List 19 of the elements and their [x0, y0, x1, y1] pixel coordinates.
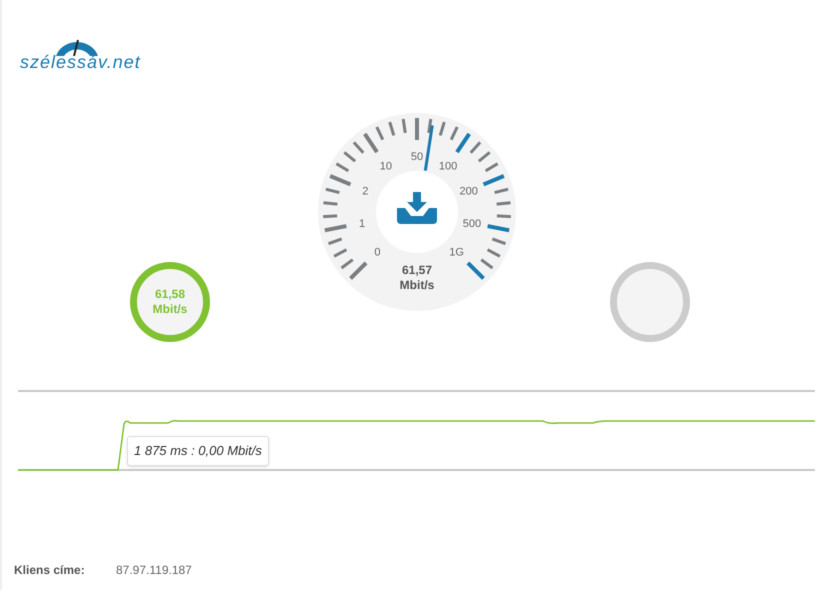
client-address-value: 87.97.119.187 [116, 562, 192, 579]
scale-label: 1G [449, 246, 464, 259]
scale-label: 10 [380, 160, 392, 172]
scale-label: 2 [362, 186, 368, 198]
download-icon [397, 192, 437, 224]
scale-label: 50 [410, 151, 424, 163]
gauge-unit: Mbit/s [400, 278, 434, 292]
result-unit: Mbit/s [152, 302, 188, 317]
scale-label: 200 [460, 186, 478, 198]
result-value: 61,58 [154, 287, 186, 302]
scale-label: 100 [438, 160, 458, 172]
scale-label: 1 [359, 218, 366, 230]
scale-label: 0 [374, 246, 380, 259]
graph-tooltip: 1 875 ms : 0,00 Mbit/s [127, 436, 269, 466]
scale-label: 500 [462, 218, 482, 230]
gauge-value: 61,57 [402, 263, 432, 277]
client-address-label: Kliens címe: [14, 562, 86, 579]
logo-text: szélessáv.net [20, 52, 142, 72]
gauge-needle [424, 125, 434, 171]
